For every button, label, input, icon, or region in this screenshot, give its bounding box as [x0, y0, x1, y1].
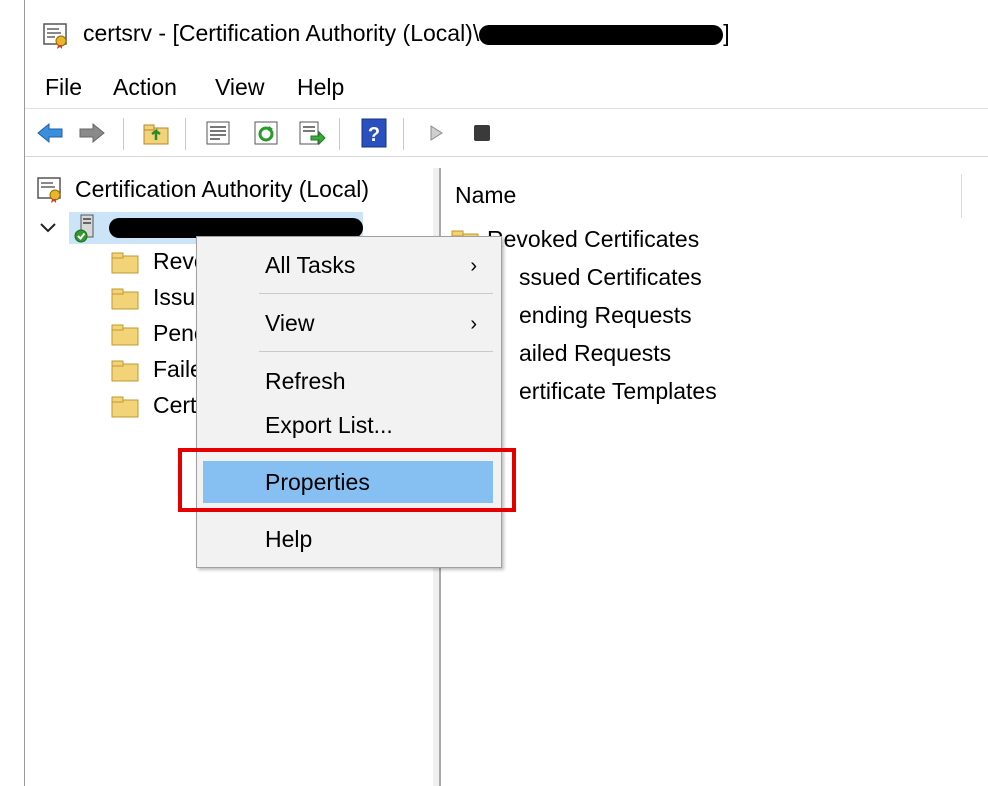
menu-item-label: Export List... — [265, 411, 393, 438]
menu-view[interactable]: View — [209, 72, 270, 103]
menu-item-label: Refresh — [265, 367, 346, 394]
list-item-templates[interactable]: ertificate Templates — [519, 378, 717, 405]
certificate-authority-icon — [37, 177, 61, 203]
list-item-label: Revoked Certificates — [487, 226, 700, 252]
menu-item-label: All Tasks — [265, 251, 356, 278]
folder-icon — [111, 322, 139, 346]
submenu-arrow-icon: › — [470, 255, 477, 277]
menu-separator — [259, 351, 493, 352]
window-title: certsrv - [Certification Authority (Loca… — [83, 20, 730, 47]
ca-server-icon — [74, 214, 94, 243]
context-menu-export-list[interactable]: Export List... — [203, 407, 493, 443]
list-item-label: ending Requests — [519, 302, 692, 328]
list-item-label: ertificate Templates — [519, 378, 717, 404]
menu-separator — [259, 293, 493, 294]
list-item-issued[interactable]: ssued Certificates — [519, 264, 702, 291]
tree-child-label: Issu — [153, 284, 196, 310]
context-menu-help[interactable]: Help — [203, 521, 493, 557]
tree-child-failed[interactable]: Faile — [111, 356, 203, 383]
redacted-ca-name — [109, 218, 363, 238]
refresh-icon[interactable] — [251, 118, 281, 148]
annotation-highlight-box — [178, 448, 516, 512]
toolbar-separator — [123, 118, 124, 150]
toolbar-separator — [339, 118, 340, 150]
tree-child-templates[interactable]: Cert — [111, 392, 196, 419]
column-header-row: Name — [441, 168, 962, 219]
tree-root-label: Certification Authority (Local) — [75, 175, 370, 202]
toolbar-separator — [185, 118, 186, 150]
tree-child-label: Cert — [153, 392, 197, 418]
window-title-prefix: certsrv - [Certification Authority (Loca… — [83, 20, 480, 46]
context-menu: All Tasks › View › Refresh Export List..… — [196, 236, 502, 568]
start-service-icon[interactable] — [421, 118, 451, 148]
title-bar: certsrv - [Certification Authority (Loca… — [25, 0, 988, 68]
up-folder-icon[interactable] — [141, 118, 171, 148]
folder-icon — [111, 358, 139, 382]
export-list-icon[interactable] — [297, 118, 327, 148]
column-header-name[interactable]: Name — [455, 182, 516, 209]
toolbar: ? — [25, 110, 988, 157]
chevron-down-icon[interactable] — [39, 221, 57, 235]
tree-child-issued[interactable]: Issu — [111, 284, 195, 311]
folder-icon — [111, 394, 139, 418]
list-item-label: ssued Certificates — [519, 264, 702, 290]
menu-file[interactable]: File — [39, 72, 88, 103]
mmc-window: certsrv - [Certification Authority (Loca… — [24, 0, 988, 786]
column-divider[interactable] — [961, 174, 962, 218]
folder-icon — [111, 250, 139, 274]
tree-child-pending[interactable]: Penc — [111, 320, 205, 347]
certsrv-app-icon — [43, 23, 67, 49]
redacted-server-name — [479, 24, 724, 45]
tree-root[interactable]: Certification Authority (Local) — [35, 174, 369, 204]
toolbar-separator — [403, 118, 404, 150]
menu-help[interactable]: Help — [291, 72, 350, 103]
context-menu-refresh[interactable]: Refresh — [203, 363, 493, 399]
stop-service-icon[interactable] — [467, 118, 497, 148]
menu-bar: File Action View Help — [25, 68, 988, 109]
context-menu-all-tasks[interactable]: All Tasks › — [203, 247, 493, 283]
folder-icon — [111, 286, 139, 310]
show-hide-console-tree-icon[interactable] — [203, 118, 233, 148]
list-item-label: ailed Requests — [519, 340, 672, 366]
menu-action[interactable]: Action — [107, 72, 183, 103]
forward-icon[interactable] — [77, 118, 107, 148]
help-icon[interactable]: ? — [359, 118, 389, 148]
menu-item-label: View — [265, 309, 315, 336]
results-pane: Name Revoked Certificates ssued Certific… — [441, 168, 988, 786]
list-item-pending[interactable]: ending Requests — [519, 302, 692, 329]
list-item-failed[interactable]: ailed Requests — [519, 340, 671, 367]
help-icon-glyph: ? — [368, 124, 380, 146]
menu-item-label: Help — [265, 525, 313, 552]
submenu-arrow-icon: › — [470, 313, 477, 335]
window-title-suffix: ] — [723, 20, 730, 46]
tree-child-revoked[interactable]: Revo — [111, 248, 207, 275]
context-menu-view[interactable]: View › — [203, 305, 493, 341]
back-icon[interactable] — [35, 118, 65, 148]
